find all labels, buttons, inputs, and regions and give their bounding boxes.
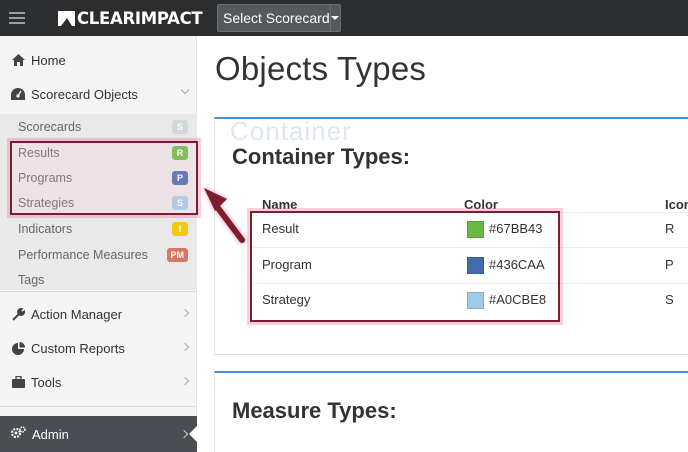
sidebar-divider <box>0 291 197 292</box>
submenu-item-label: Indicators <box>18 222 73 236</box>
select-scorecard-dropdown[interactable]: Select Scorecard <box>217 4 341 32</box>
sidebar-item-scorecard-objects[interactable]: Scorecard Objects <box>0 78 197 110</box>
submenu-item-label: Scorecards <box>18 120 82 134</box>
column-header-icon: Icon <box>665 197 688 212</box>
gears-icon <box>10 426 26 442</box>
sidebar-item-label: Scorecard Objects <box>31 86 138 102</box>
sidebar-item-tools[interactable]: Tools <box>0 366 197 398</box>
top-bar: CLEARIMPACT Select Scorecard <box>0 0 688 36</box>
select-scorecard-label: Select Scorecard <box>223 10 330 26</box>
chevron-right-icon <box>180 308 190 318</box>
wrench-icon <box>11 307 25 321</box>
table-cell-icon: P <box>665 257 674 272</box>
sidebar-item-label: Custom Reports <box>31 340 125 356</box>
submenu-item-label: Performance Measures <box>18 248 148 262</box>
dashboard-icon <box>11 87 25 101</box>
panel-title: Container Types: <box>232 144 411 169</box>
chevron-down-icon <box>180 85 190 95</box>
chevron-down-icon <box>329 5 340 31</box>
sidebar-item-action-manager[interactable]: Action Manager <box>0 298 197 330</box>
column-header-color: Color <box>464 197 498 212</box>
panel-title: Measure Types: <box>232 398 397 423</box>
chevron-right-icon <box>180 342 190 352</box>
callout-arrow-icon <box>202 186 247 245</box>
chevron-right-icon <box>180 376 190 386</box>
submenu-item-performance-measures[interactable]: Performance Measures PM <box>18 245 190 265</box>
chevron-right-icon <box>179 429 189 439</box>
clearimpact-logo[interactable]: CLEARIMPACT <box>58 8 203 28</box>
logo-mark-icon <box>58 10 75 26</box>
home-icon <box>11 53 25 67</box>
briefcase-icon <box>11 375 25 389</box>
table-cell-icon: S <box>665 292 674 307</box>
sidebar-item-label: Admin <box>32 426 69 442</box>
badge-performance-measures: PM <box>166 248 188 262</box>
page-title: Objects Types <box>215 50 427 87</box>
submenu-item-indicators[interactable]: Indicators I <box>18 219 190 239</box>
logo-text: CLEARIMPACT <box>77 8 203 28</box>
pie-chart-icon <box>11 341 25 355</box>
submenu-item-scorecards[interactable]: Scorecards S <box>18 117 190 137</box>
active-indicator <box>189 426 197 442</box>
sidebar-item-custom-reports[interactable]: Custom Reports <box>0 332 197 364</box>
submenu-item-tags[interactable]: Tags <box>18 270 190 290</box>
sidebar-item-home[interactable]: Home <box>0 44 197 76</box>
highlight-box-sidebar <box>10 141 198 215</box>
submenu-item-label: Tags <box>18 273 45 287</box>
badge-indicators: I <box>172 222 188 236</box>
sidebar-item-label: Home <box>31 52 66 68</box>
highlight-box-table <box>250 211 560 322</box>
sidebar: Home Scorecard Objects Scorecards S Resu… <box>0 36 197 452</box>
measure-types-panel: Measure Types: <box>214 371 688 452</box>
sidebar-divider <box>0 406 197 407</box>
table-cell-icon: R <box>665 221 675 236</box>
hamburger-menu-icon[interactable] <box>9 12 25 24</box>
sidebar-item-admin[interactable]: Admin <box>0 416 197 452</box>
badge-scorecards: S <box>172 120 188 134</box>
sidebar-item-label: Action Manager <box>31 306 123 322</box>
sidebar-item-label: Tools <box>31 374 62 390</box>
ghost-text: Container <box>230 116 352 146</box>
column-header-name: Name <box>262 197 298 212</box>
